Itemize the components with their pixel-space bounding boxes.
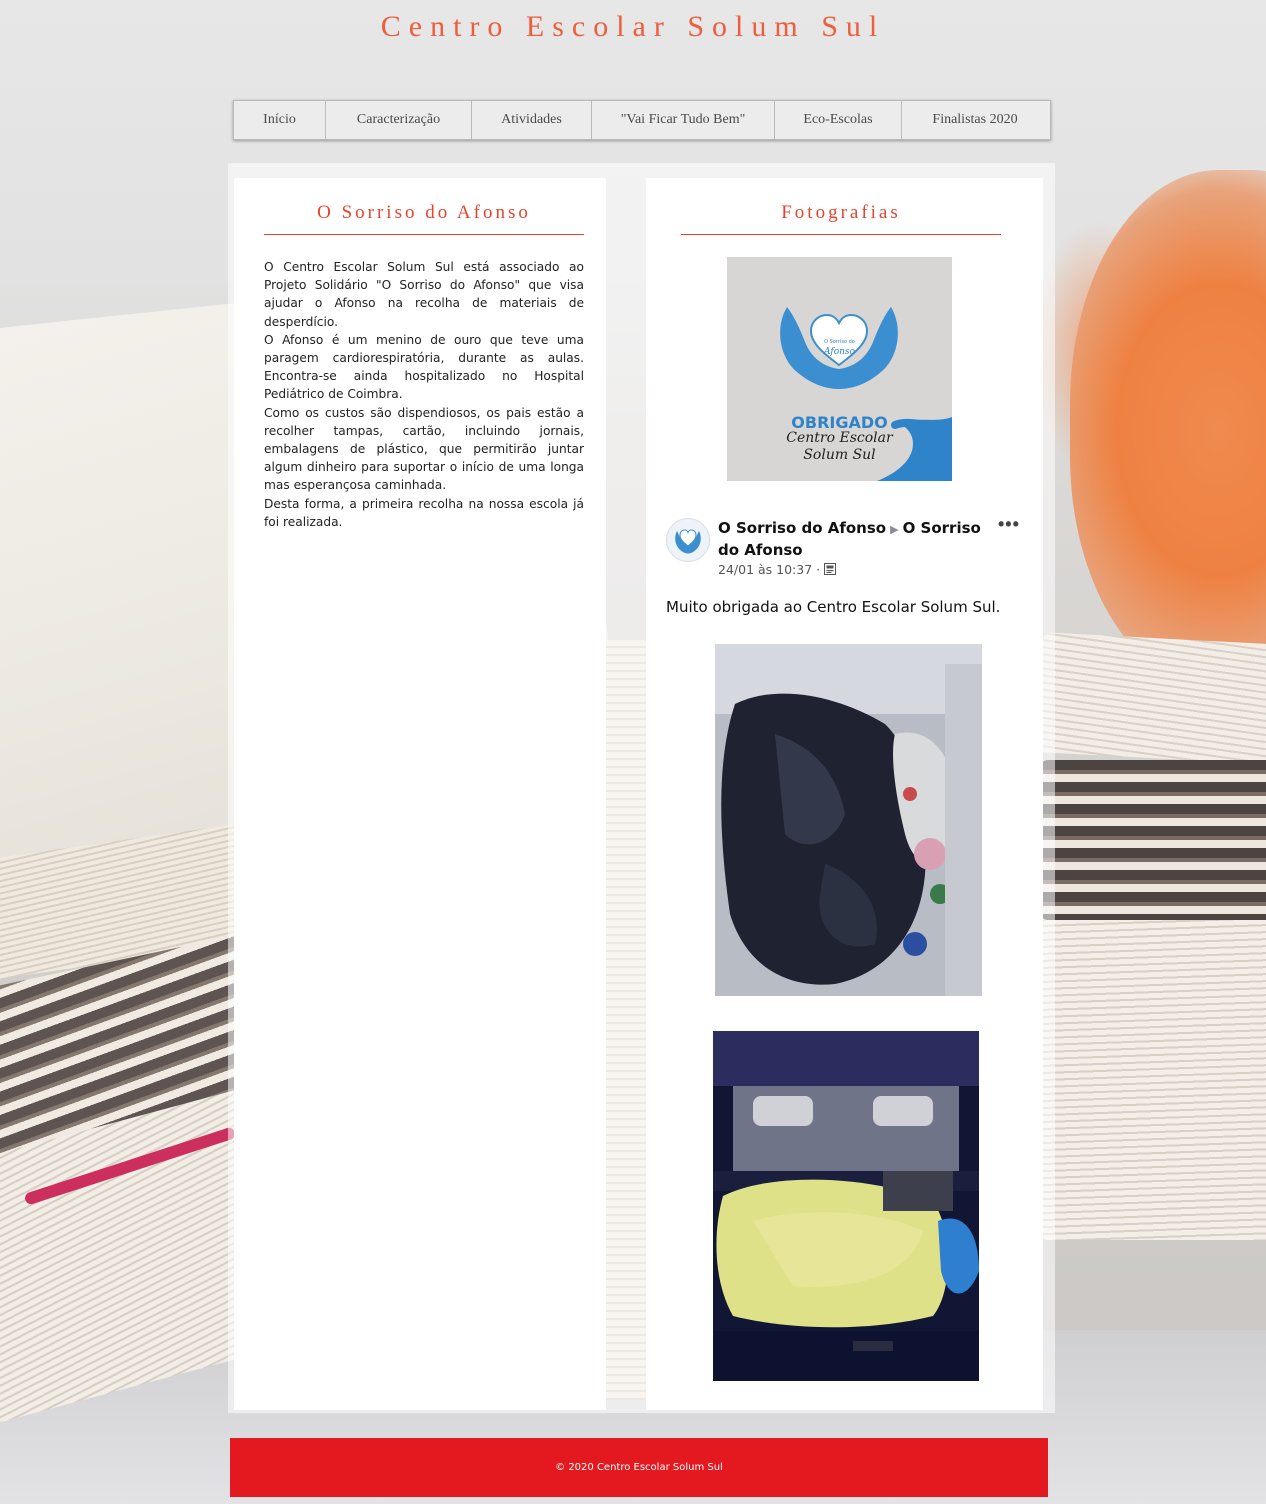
post-photo-bag-trunk[interactable]: [713, 1031, 979, 1381]
more-options-icon[interactable]: •••: [998, 514, 1020, 535]
paragraph: Desta forma, a primeira recolha na nossa…: [264, 496, 584, 529]
post-text: Muito obrigada ao Centro Escolar Solum S…: [666, 598, 1001, 616]
nav-item-finalistas-2020[interactable]: Finalistas 2020: [902, 101, 1048, 139]
left-panel-body: O Centro Escolar Solum Sul está associad…: [264, 258, 584, 531]
obrigado-line1: Centro Escolar: [786, 430, 893, 446]
right-panel: Fotografias O Sorriso do Afonso OBRIGADO…: [646, 178, 1043, 1410]
logo-caption-line1: O Sorriso do: [824, 339, 855, 345]
post-meta: 24/01 às 10:37 ·: [718, 562, 837, 577]
post-target-link[interactable]: O Sorriso: [903, 519, 981, 537]
background-book-right-top: [1037, 632, 1266, 768]
audience-icon: [824, 563, 837, 575]
post-photo-bags-backseat[interactable]: [715, 644, 982, 996]
post-header: O Sorriso do Afonso ▶ O Sorriso do Afonso: [718, 518, 988, 560]
nav-item-atividades[interactable]: Atividades: [472, 101, 592, 139]
footer: © 2020 Centro Escolar Solum Sul: [230, 1438, 1048, 1497]
footer-copyright: © 2020 Centro Escolar Solum Sul: [555, 1462, 723, 1473]
right-panel-title: Fotografias: [681, 202, 1001, 235]
nav-item-vai-ficar-tudo-bem[interactable]: "Vai Ficar Tudo Bem": [592, 101, 775, 139]
post-author-link[interactable]: O Sorriso do Afonso: [718, 519, 886, 537]
logo-caption-line2: Afonso: [824, 347, 855, 357]
obrigado-line2: Solum Sul: [803, 447, 876, 463]
post-target-link-cont[interactable]: do Afonso: [718, 541, 803, 559]
left-panel-title: O Sorriso do Afonso: [264, 202, 584, 235]
paragraph: O Afonso é um menino de ouro que teve um…: [264, 332, 584, 402]
paragraph: O Centro Escolar Solum Sul está associad…: [264, 260, 584, 329]
background-book-right-dark: [1040, 760, 1266, 920]
obrigado-image[interactable]: O Sorriso do Afonso OBRIGADO Centro Esco…: [727, 257, 952, 481]
nav-item-inicio[interactable]: Início: [234, 101, 326, 139]
bag-trunk-image: [713, 1031, 979, 1381]
paragraph: Como os custos são dispendiosos, os pais…: [264, 405, 584, 493]
bags-backseat-image: [715, 644, 982, 996]
left-panel: O Sorriso do Afonso O Centro Escolar Sol…: [234, 178, 606, 1410]
hands-heart-avatar-icon: [675, 529, 701, 554]
share-arrow-icon: ▶: [890, 523, 899, 536]
background-book-right-stack: [1040, 920, 1266, 1240]
nav-item-caracterizacao[interactable]: Caracterização: [326, 101, 472, 139]
main-nav: Início Caracterização Atividades "Vai Fi…: [233, 100, 1051, 140]
site-title: Centro Escolar Solum Sul: [380, 10, 886, 43]
page-avatar[interactable]: [666, 518, 710, 562]
nav-item-eco-escolas[interactable]: Eco-Escolas: [775, 101, 902, 139]
post-timestamp[interactable]: 24/01 às 10:37 ·: [718, 562, 820, 577]
